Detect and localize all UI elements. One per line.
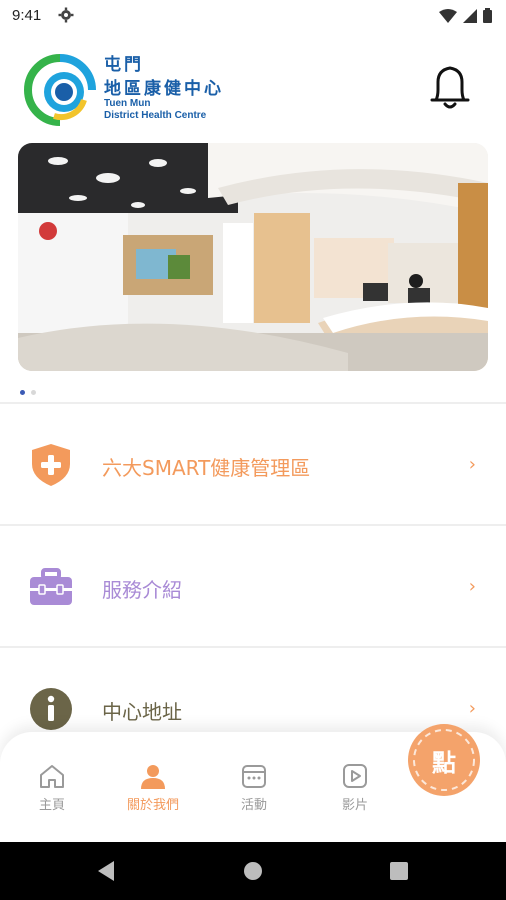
recents-icon[interactable] xyxy=(390,862,408,880)
menu-label: 服務介紹 xyxy=(102,578,182,602)
logo-en-line1: Tuen Mun xyxy=(104,98,151,109)
toolbox-icon xyxy=(30,568,72,605)
tab-label: 影片 xyxy=(341,798,368,813)
fab-label: 點 xyxy=(432,749,456,777)
home-nav-icon[interactable] xyxy=(243,861,263,881)
tab-events[interactable]: 活動 xyxy=(214,762,294,813)
tab-videos[interactable]: 影片 xyxy=(315,762,395,813)
tab-about-us[interactable]: 關於我們 xyxy=(113,762,193,813)
tab-home[interactable]: 主頁 xyxy=(12,762,92,813)
tab-label: 關於我們 xyxy=(126,798,179,813)
status-time: 9:41 xyxy=(12,7,42,24)
chevron-right-icon: › xyxy=(468,576,476,597)
menu-item-services[interactable]: 服務介紹 › xyxy=(0,526,506,646)
bell-icon[interactable] xyxy=(428,62,472,114)
logo-cn-line1: 屯門 xyxy=(104,55,144,75)
menu-label: 六大SMART健康管理區 xyxy=(102,456,311,480)
tab-label: 主頁 xyxy=(38,798,65,813)
check-in-fab-button[interactable]: 點 xyxy=(408,724,480,796)
info-icon xyxy=(30,688,72,730)
logo-en-line2: District Health Centre xyxy=(104,110,207,121)
shield-plus-icon xyxy=(32,444,70,486)
logo-mark xyxy=(24,54,96,126)
battery-icon xyxy=(483,8,492,23)
signal-icon xyxy=(463,8,477,23)
system-nav-bar xyxy=(0,842,506,900)
wifi-icon xyxy=(439,8,457,23)
back-icon[interactable] xyxy=(96,860,116,882)
calendar-icon xyxy=(242,765,266,788)
home-icon xyxy=(40,765,64,788)
menu-item-smart-zones[interactable]: 六大SMART健康管理區 › xyxy=(0,404,506,524)
chevron-right-icon: › xyxy=(468,698,476,719)
header: 屯門 地區康健中心 Tuen Mun District Health Centr… xyxy=(0,32,506,140)
gear-icon xyxy=(58,7,74,23)
carousel-dot[interactable] xyxy=(31,390,36,395)
carousel-dot[interactable] xyxy=(20,390,25,395)
carousel-dots xyxy=(20,390,36,395)
tab-label: 活動 xyxy=(240,798,267,813)
menu-label: 中心地址 xyxy=(102,700,182,724)
person-icon xyxy=(141,765,165,789)
video-icon xyxy=(343,764,367,788)
banner-image[interactable] xyxy=(18,143,488,371)
clinic-interior-photo xyxy=(18,143,488,371)
chevron-right-icon: › xyxy=(468,454,476,475)
status-bar: 9:41 xyxy=(0,0,506,32)
logo-cn-line2: 地區康健中心 xyxy=(104,79,224,99)
